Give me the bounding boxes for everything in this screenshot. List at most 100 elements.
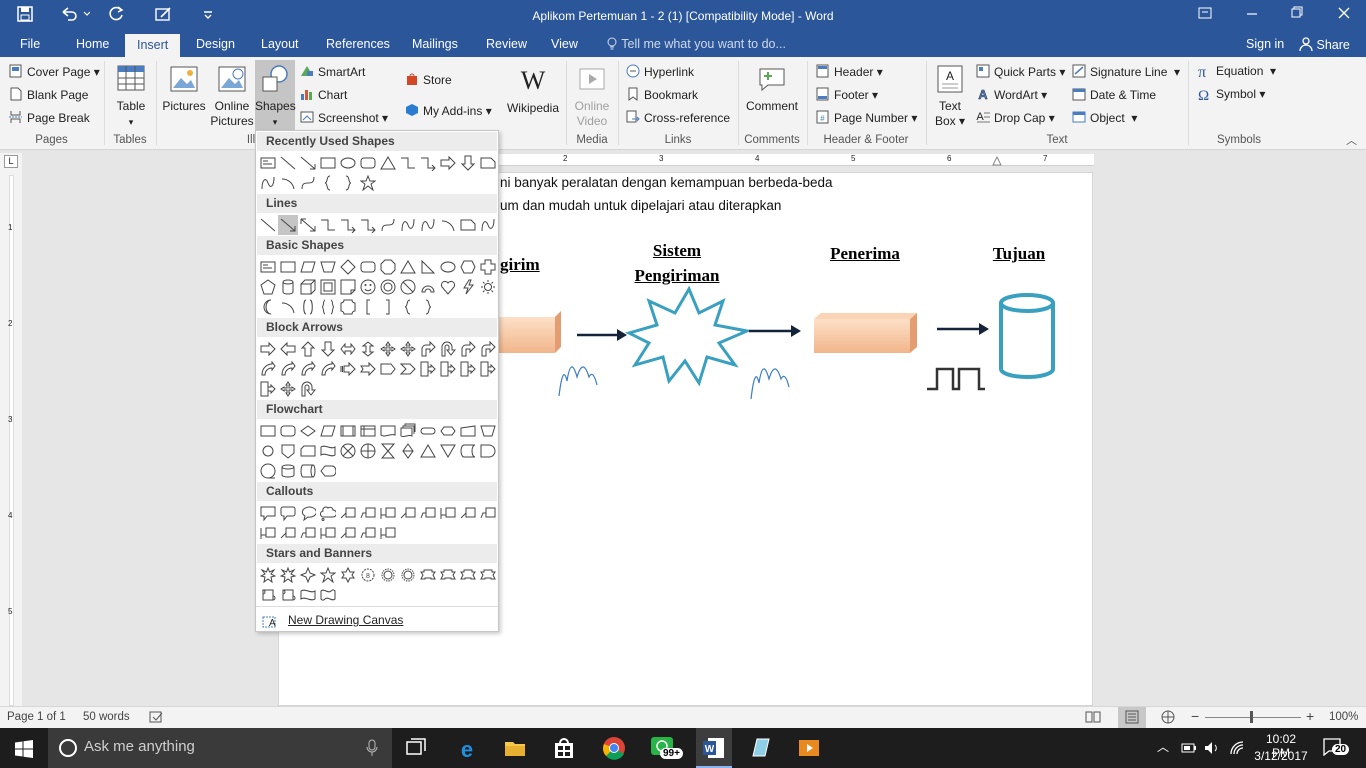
shape-option-curvedr[interactable]	[298, 359, 318, 379]
shape-option-octa[interactable]	[378, 257, 398, 277]
shape-option-heart[interactable]	[438, 277, 458, 297]
destination-cylinder[interactable]	[999, 293, 1055, 379]
shape-option-tb[interactable]	[258, 153, 278, 173]
shape-option-curvedr[interactable]	[278, 359, 298, 379]
shape-option-tb[interactable]	[258, 257, 278, 277]
screenshot-button[interactable]: Screenshot ▾	[300, 110, 388, 125]
shape-option-tri[interactable]	[398, 257, 418, 277]
shape-option-ribbon[interactable]	[438, 565, 458, 585]
shape-option-conn[interactable]	[258, 441, 278, 461]
web-layout-icon[interactable]	[1160, 710, 1176, 724]
shape-option-multidoc[interactable]	[398, 421, 418, 441]
store-button[interactable]: Store	[405, 72, 452, 87]
shape-option-elbow[interactable]	[318, 215, 338, 235]
shape-option-nosym[interactable]	[398, 277, 418, 297]
zoom-slider[interactable]	[1205, 717, 1301, 718]
restore-icon[interactable]	[1282, 6, 1312, 24]
shape-option-scurve[interactable]	[478, 215, 498, 235]
shape-option-fold[interactable]	[338, 277, 358, 297]
drop-cap-button[interactable]: A Drop Cap ▾	[976, 110, 1054, 125]
shape-option-ovcall[interactable]	[298, 503, 318, 523]
shape-option-hex[interactable]	[458, 257, 478, 277]
shape-option-lbrace[interactable]	[398, 297, 418, 317]
shape-option-striped[interactable]	[338, 359, 358, 379]
shape-option-star6[interactable]	[338, 565, 358, 585]
shape-option-scroll[interactable]	[258, 585, 278, 605]
shape-option-star16[interactable]	[398, 565, 418, 585]
shape-option-elbowarr[interactable]	[338, 215, 358, 235]
word-count[interactable]: 50 words	[83, 711, 130, 723]
sender-block[interactable]	[499, 311, 561, 353]
shape-option-bent[interactable]	[458, 339, 478, 359]
shape-option-larrow[interactable]	[278, 339, 298, 359]
shape-option-doc[interactable]	[378, 421, 398, 441]
shape-option-scroll[interactable]	[278, 585, 298, 605]
shape-option-star4[interactable]	[298, 565, 318, 585]
microphone-icon[interactable]	[366, 739, 378, 757]
shape-option-collate[interactable]	[378, 441, 398, 461]
shape-option-ribbon[interactable]	[478, 565, 498, 585]
symbol-button[interactable]: Ω Symbol ▾	[1198, 87, 1265, 104]
shape-option-line[interactable]	[258, 215, 278, 235]
receiver-block[interactable]	[814, 313, 917, 353]
shape-option-lbr[interactable]	[358, 297, 378, 317]
shape-option-magdisk[interactable]	[278, 461, 298, 481]
my-addins-button[interactable]: My Add-ins ▾	[405, 103, 492, 118]
shape-option-dblarrow[interactable]	[298, 215, 318, 235]
shape-option-manop[interactable]	[478, 421, 498, 441]
shape-option-linecall[interactable]	[278, 523, 298, 543]
new-drawing-canvas-button[interactable]: A New Drawing Canvas	[256, 606, 498, 632]
shape-option-merge[interactable]	[438, 441, 458, 461]
shape-option-linecall3[interactable]	[258, 523, 278, 543]
shape-option-elbow[interactable]	[398, 153, 418, 173]
signature-line-button[interactable]: Signature Line ▾	[1072, 64, 1180, 79]
shape-option-arc[interactable]	[278, 173, 298, 193]
object-button[interactable]: Object ▾	[1072, 110, 1137, 125]
shape-option-callarrow[interactable]	[458, 359, 478, 379]
tab-design[interactable]: Design	[196, 37, 235, 51]
comment-button[interactable]: Comment	[742, 63, 802, 114]
collapse-ribbon-icon[interactable]: ︿	[1346, 132, 1357, 148]
shape-option-data[interactable]	[318, 421, 338, 441]
shape-option-prep[interactable]	[438, 421, 458, 441]
show-hidden-icons[interactable]: ︿	[1157, 738, 1169, 755]
task-view-icon[interactable]	[404, 736, 428, 760]
shape-option-term[interactable]	[418, 421, 438, 441]
shape-option-rect[interactable]	[278, 257, 298, 277]
shape-option-display[interactable]	[318, 461, 338, 481]
store-taskbar-icon[interactable]	[552, 736, 576, 760]
shape-option-card[interactable]	[298, 441, 318, 461]
pictures-button[interactable]: Pictures	[160, 63, 208, 114]
proofing-icon[interactable]	[149, 711, 164, 724]
shape-option-rbr[interactable]	[378, 297, 398, 317]
shape-option-star5[interactable]	[318, 565, 338, 585]
shape-option-donut[interactable]	[378, 277, 398, 297]
shape-option-ribbon[interactable]	[418, 565, 438, 585]
shape-option-wave[interactable]	[298, 585, 318, 605]
shape-option-rect[interactable]	[318, 153, 338, 173]
shape-option-altproc[interactable]	[278, 421, 298, 441]
shape-option-offpage[interactable]	[278, 441, 298, 461]
shape-option-oval[interactable]	[438, 257, 458, 277]
tab-view[interactable]: View	[551, 37, 578, 51]
tab-selector[interactable]: L	[4, 155, 18, 168]
shape-option-oval[interactable]	[338, 153, 358, 173]
tab-review[interactable]: Review	[486, 37, 527, 51]
shape-option-curve[interactable]	[378, 215, 398, 235]
bookmark-button[interactable]: Bookmark	[626, 87, 698, 102]
header-button[interactable]: Header ▾	[816, 64, 883, 79]
cross-reference-button[interactable]: Cross-reference	[626, 110, 730, 125]
shape-option-lbrace[interactable]	[318, 173, 338, 193]
shape-option-cross[interactable]	[478, 257, 498, 277]
shape-option-curvedr[interactable]	[318, 359, 338, 379]
shape-option-star5[interactable]	[358, 173, 378, 193]
tab-mailings[interactable]: Mailings	[412, 37, 458, 51]
right-indent-marker[interactable]	[992, 156, 1002, 166]
online-video-button[interactable]: Online Video	[570, 63, 614, 129]
shape-option-can[interactable]	[278, 277, 298, 297]
shape-option-dwave[interactable]	[318, 585, 338, 605]
shape-option-proc[interactable]	[258, 421, 278, 441]
shape-option-rtri[interactable]	[418, 257, 438, 277]
shape-option-rbrace[interactable]	[338, 173, 358, 193]
shape-option-uarrow[interactable]	[298, 339, 318, 359]
